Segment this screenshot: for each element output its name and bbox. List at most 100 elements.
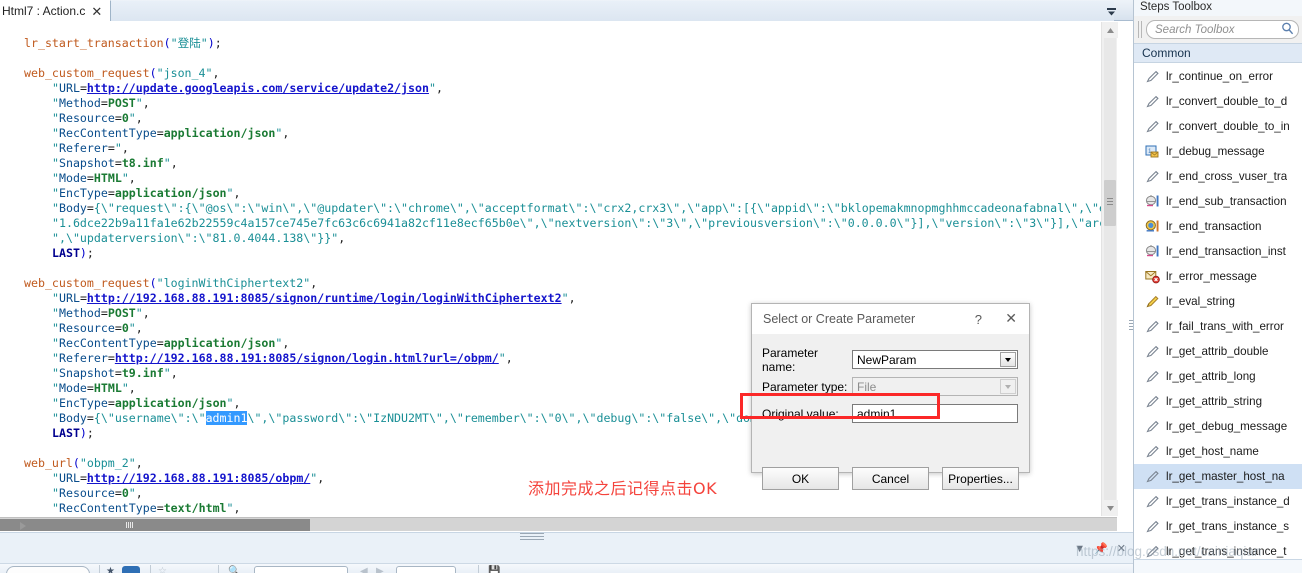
pin-icon[interactable]: 📌 <box>1094 543 1108 555</box>
toolbox-item[interactable]: lr_get_debug_message <box>1134 414 1302 439</box>
find-next-icon[interactable]: ▶ <box>376 566 384 573</box>
search-input[interactable]: Search Toolbox <box>1146 20 1299 39</box>
toolbox-item[interactable]: lr_get_trans_instance_t <box>1134 539 1302 559</box>
toolbox-item[interactable]: lr_end_transaction_inst <box>1134 239 1302 264</box>
toolbox-item[interactable]: i lr_debug_message <box>1134 139 1302 164</box>
original-value-input[interactable]: admin1 <box>852 404 1018 423</box>
toolbox-item[interactable]: lr_get_host_name <box>1134 439 1302 464</box>
find-input[interactable] <box>254 566 348 573</box>
highlight-icon[interactable] <box>122 566 140 573</box>
code-line: LAST); <box>52 246 94 260</box>
pencil-gray-icon <box>1144 519 1160 535</box>
toolbox-group-header[interactable]: Common <box>1134 43 1302 63</box>
toolbox-item-label: lr_eval_string <box>1166 295 1235 308</box>
toolbar-separator-3 <box>218 565 219 573</box>
toolbar-dropdown-1[interactable] <box>6 566 90 573</box>
search-icon[interactable] <box>1281 22 1294 38</box>
toolbox-item[interactable]: lr_end_transaction <box>1134 214 1302 239</box>
bookmark-icon[interactable]: ☆ <box>158 566 167 573</box>
toolbox-item[interactable]: lr_get_attrib_long <box>1134 364 1302 389</box>
pencil-gray-icon <box>1144 344 1160 360</box>
clock-gray-icon <box>1144 244 1160 260</box>
toolbar-separator-2 <box>150 565 151 573</box>
clock-blue-icon <box>1144 219 1160 235</box>
toolbox-item[interactable]: lr_continue_on_error <box>1134 64 1302 89</box>
message-error-icon <box>1144 269 1160 285</box>
search-icon[interactable]: 🔍 <box>228 566 240 573</box>
toolbox-item-label: lr_end_cross_vuser_tra <box>1166 170 1288 183</box>
toolbox-item[interactable]: lr_error_message <box>1134 264 1302 289</box>
scroll-down-icon[interactable] <box>1102 500 1118 516</box>
scroll-track-lower[interactable] <box>1104 226 1116 500</box>
code-line: "Body={\"request\":{\"@os\":\"win\",\"@u… <box>52 201 1113 215</box>
pencil-gray-icon <box>1144 469 1160 485</box>
close-icon[interactable]: ✕ <box>91 5 102 18</box>
search-placeholder: Search Toolbox <box>1155 23 1235 36</box>
options-button[interactable] <box>396 566 456 573</box>
toolbox-item-label: lr_end_transaction <box>1166 220 1262 233</box>
tab-action-c[interactable]: Html7 : Action.c ✕ <box>0 0 112 21</box>
scroll-thumb[interactable] <box>1104 180 1116 226</box>
cancel-button[interactable]: Cancel <box>852 467 929 490</box>
toolbox-item[interactable]: lr_convert_double_to_d <box>1134 89 1302 114</box>
close-icon[interactable]: ✕ <box>1005 310 1017 326</box>
toolbox-item-list[interactable]: lr_continue_on_error lr_convert_double_to… <box>1134 64 1302 559</box>
scroll-right-icon[interactable] <box>16 517 30 531</box>
toolbox-item-label: lr_get_master_host_na <box>1166 470 1285 483</box>
toolbox-item[interactable]: lr_get_trans_instance_d <box>1134 489 1302 514</box>
parameter-type-combo[interactable]: File <box>852 377 1018 396</box>
help-icon[interactable]: ? <box>975 312 982 327</box>
chevron-down-icon[interactable] <box>1103 3 1119 19</box>
code-line: "RecContentType=application/json", <box>52 126 290 140</box>
pencil-gray-icon <box>1144 169 1160 185</box>
toolbox-item[interactable]: lr_end_sub_transaction <box>1134 189 1302 214</box>
code-line: "Resource=0", <box>52 111 143 125</box>
scroll-thumb-horizontal[interactable] <box>0 519 310 531</box>
toolbox-item-label: lr_get_host_name <box>1166 445 1259 458</box>
toolbar-grip-handle[interactable] <box>1138 21 1143 38</box>
pencil-gray-icon <box>1144 494 1160 510</box>
toolbox-item[interactable]: lr_convert_double_to_in <box>1134 114 1302 139</box>
chevron-down-icon[interactable]: ▼ <box>1074 543 1085 555</box>
code-line: "RecContentType=text/html", <box>52 501 241 515</box>
properties-button[interactable]: Properties... <box>942 467 1019 490</box>
scroll-up-icon[interactable] <box>1102 22 1118 38</box>
editor-vertical-scrollbar[interactable] <box>1101 22 1118 516</box>
parameter-type-value: File <box>857 379 877 394</box>
tab-label: Html7 : Action.c <box>2 4 86 18</box>
panel-splitter-handle[interactable] <box>520 533 544 540</box>
toolbox-item[interactable]: lr_get_master_host_na <box>1134 464 1302 489</box>
toolbox-item[interactable]: lr_fail_trans_with_error <box>1134 314 1302 339</box>
code-line: lr_start_transaction("登陆"); <box>24 36 222 50</box>
toolbox-item-label: lr_error_message <box>1166 270 1257 283</box>
toolbox-item-label: lr_convert_double_to_in <box>1166 120 1290 133</box>
toolbox-item[interactable]: lr_get_attrib_double <box>1134 339 1302 364</box>
toolbox-item[interactable]: lr_get_trans_instance_s <box>1134 514 1302 539</box>
toolbox-item[interactable]: lr_eval_string <box>1134 289 1302 314</box>
select-or-create-parameter-dialog[interactable]: Select or Create Parameter ? ✕ Parameter… <box>751 303 1030 490</box>
toolbox-bottom-bar <box>1134 559 1302 573</box>
toolbox-item-label: lr_get_attrib_string <box>1166 395 1263 408</box>
save-icon[interactable]: 💾 <box>488 566 500 573</box>
toolbox-item[interactable]: lr_end_cross_vuser_tra <box>1134 164 1302 189</box>
close-icon[interactable]: ✕ <box>1117 543 1126 555</box>
script-editor-pane: Html7 : Action.c ✕ lr_start_transaction(… <box>0 0 1133 573</box>
parameter-name-combo[interactable]: NewParam <box>852 350 1018 369</box>
toolbox-splitter-handle[interactable] <box>1129 320 1133 330</box>
replace-icon[interactable]: ★ <box>106 566 115 573</box>
toolbox-item-label: lr_get_attrib_long <box>1166 370 1256 383</box>
chevron-down-icon[interactable] <box>1000 352 1016 367</box>
chevron-down-icon[interactable] <box>1000 379 1016 394</box>
ok-button[interactable]: OK <box>762 467 839 490</box>
toolbox-item-label: lr_get_trans_instance_t <box>1166 545 1287 558</box>
pencil-gray-icon <box>1144 369 1160 385</box>
editor-horizontal-scrollbar[interactable] <box>0 517 1117 531</box>
scroll-track-upper[interactable] <box>1104 38 1116 180</box>
find-prev-icon[interactable]: ◀ <box>360 566 368 573</box>
tab-empty-area <box>104 1 1114 21</box>
code-line: "Referer=", <box>52 141 129 155</box>
toolbox-item[interactable]: lr_get_attrib_string <box>1134 389 1302 414</box>
toolbox-item-label: lr_get_trans_instance_d <box>1166 495 1290 508</box>
toolbox-item-label: lr_get_trans_instance_s <box>1166 520 1290 533</box>
